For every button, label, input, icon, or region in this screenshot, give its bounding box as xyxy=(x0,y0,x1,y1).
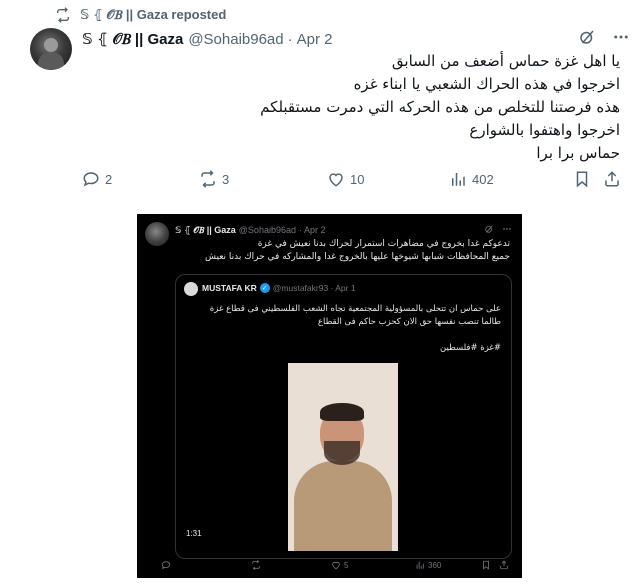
embedded-more-icon xyxy=(502,224,512,236)
repost-button[interactable]: 3 xyxy=(199,170,229,188)
verified-icon: ✓ xyxy=(259,283,270,293)
like-count: 10 xyxy=(350,171,365,187)
repost-icon xyxy=(201,170,215,188)
repost-label: 𝕊 ⦃ 𝒪𝐵 || Gaza reposted xyxy=(80,7,227,22)
post-text: يا اهل غزة حماس أضعف من السابق اخرجوا في… xyxy=(100,50,620,165)
more-options-icon[interactable] xyxy=(612,28,630,50)
grok-icon[interactable] xyxy=(578,28,596,50)
embedded-text: تدعوكم غدا بخروج في مضاهرات استمرار لحرا… xyxy=(170,238,510,264)
embedded-reply-icon xyxy=(161,560,171,570)
embedded-analytics-icon xyxy=(416,561,424,569)
embedded-date: · Apr 2 xyxy=(298,225,326,235)
embedded-heart-icon xyxy=(332,561,340,570)
views-button[interactable]: 402 xyxy=(449,170,494,188)
quote-hashtags: #غزة #فلسطين xyxy=(439,343,501,353)
post-line: اخرجوا في هذه الحراك الشعبي يا ابناء غزه xyxy=(353,75,620,93)
bookmark-button[interactable] xyxy=(573,170,591,188)
quote-author-name: MUSTAFA KR xyxy=(202,283,257,293)
heart-icon xyxy=(329,173,343,187)
share-button[interactable] xyxy=(603,170,621,188)
embedded-like-count: 5 xyxy=(344,560,349,570)
post-line: حماس برا برا xyxy=(536,144,620,162)
embedded-line: جميع المحافظات شبابها شيوخها عليها بالخر… xyxy=(205,252,510,262)
quote-line: على حماس ان تتحلى بالمسؤولية المجتمعية ت… xyxy=(209,304,501,314)
embedded-repost-icon xyxy=(251,560,261,570)
embedded-header: 𝕊 ⦃ 𝒪𝐵 || Gaza @Sohaib96ad · Apr 2 xyxy=(175,224,512,236)
repost-count: 3 xyxy=(222,171,230,187)
post-date[interactable]: Apr 2 xyxy=(297,31,333,48)
repost-icon xyxy=(54,6,72,24)
post-line: هذه فرصتنا للتخلص من هذه الحركه التي دمر… xyxy=(260,98,620,116)
author-handle[interactable]: @Sohaib96ad xyxy=(188,31,283,48)
reply-button[interactable]: 2 xyxy=(82,170,112,188)
bookmark-icon xyxy=(576,171,588,188)
post-line: اخرجوا واهتفوا بالشوارع xyxy=(469,121,620,139)
embedded-actions: 5 360 xyxy=(147,560,512,574)
post-header: 𝕊 ⦃ 𝒪𝐵 || Gaza @Sohaib96ad · Apr 2 xyxy=(82,28,630,50)
embedded-line: تدعوكم غدا بخروج في مضاهرات استمرار لحرا… xyxy=(257,239,510,249)
quote-line: طالما تنصب نفسها حق الان كحزب حاكم فى ال… xyxy=(317,317,501,327)
share-icon xyxy=(605,171,619,187)
quote-avatar xyxy=(184,282,198,296)
like-button[interactable]: 10 xyxy=(327,170,364,188)
attached-image[interactable]: 𝕊 ⦃ 𝒪𝐵 || Gaza @Sohaib96ad · Apr 2 تدعوك… xyxy=(137,214,522,578)
embedded-view-count: 360 xyxy=(428,560,442,570)
post-line: يا اهل غزة حماس أضعف من السابق xyxy=(391,52,620,70)
embedded-avatar xyxy=(145,222,169,246)
post-actions: 2 3 10 402 xyxy=(82,168,627,190)
embedded-handle: @Sohaib96ad xyxy=(238,225,296,235)
author-name[interactable]: 𝕊 ⦃ 𝒪𝐵 || Gaza xyxy=(82,30,183,48)
embedded-views: 360 xyxy=(415,560,441,570)
video-thumbnail xyxy=(288,363,398,551)
embedded-author-name: 𝕊 ⦃ 𝒪𝐵 || Gaza xyxy=(175,224,236,235)
quote-handle: @mustafakr93 · Apr 1 xyxy=(272,283,356,293)
view-count: 402 xyxy=(472,171,494,187)
reply-count: 2 xyxy=(105,171,113,187)
quote-header: MUSTAFA KR ✓ @mustafakr93 · Apr 1 xyxy=(202,283,503,293)
repost-indicator[interactable]: 𝕊 ⦃ 𝒪𝐵 || Gaza reposted xyxy=(54,6,226,24)
embedded-share-icon xyxy=(499,560,509,570)
analytics-icon xyxy=(452,173,465,186)
embedded-bookmark-icon xyxy=(481,560,491,570)
avatar[interactable] xyxy=(30,28,72,70)
separator-dot: · xyxy=(287,30,293,48)
video-duration: 1:31 xyxy=(186,529,202,538)
embedded-grok-icon xyxy=(484,224,494,236)
reply-icon xyxy=(83,172,99,187)
quote-text: على حماس ان تتحلى بالمسؤولية المجتمعية ت… xyxy=(181,303,501,329)
embedded-like: 5 xyxy=(331,560,348,570)
embedded-quote: MUSTAFA KR ✓ @mustafakr93 · Apr 1 على حم… xyxy=(175,274,512,559)
